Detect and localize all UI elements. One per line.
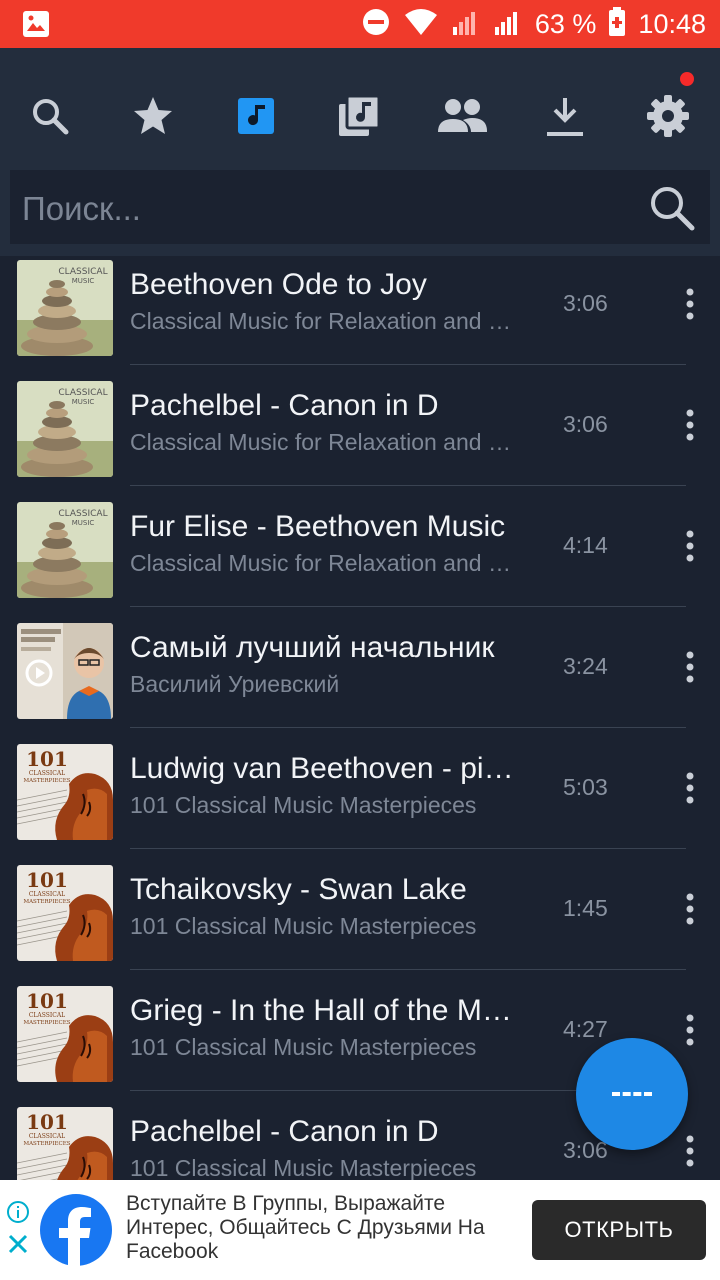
album-cover: 101 CLASSICAL MASTERPIECES <box>17 744 113 840</box>
track-duration: 3:24 <box>563 653 608 679</box>
svg-text:CLASSICAL: CLASSICAL <box>58 509 107 519</box>
album-cover: 101 CLASSICAL MASTERPIECES <box>17 865 113 961</box>
svg-text:MUSIC: MUSIC <box>72 277 95 285</box>
track-duration: 5:03 <box>563 774 608 800</box>
track-title: Самый лучший начальник <box>130 631 495 664</box>
ad-open-button[interactable]: ОТКРЫТЬ <box>532 1200 706 1260</box>
ad-close-icon[interactable] <box>6 1232 30 1256</box>
star-icon[interactable] <box>123 86 183 146</box>
more-options-icon[interactable] <box>676 768 704 808</box>
track-artist: Classical Music for Relaxation and Study… <box>130 429 520 455</box>
track-title: Ludwig van Beethoven - piano <box>130 752 525 785</box>
track-row[interactable]: CLASSICAL MUSIC Beethoven Ode to Joy Classi… <box>0 256 720 365</box>
search-bar: Поиск... <box>0 166 720 256</box>
ad-info-icon[interactable] <box>6 1200 30 1224</box>
album-cover: CLASSICAL MUSIC <box>17 502 113 598</box>
search-icon[interactable] <box>20 86 80 146</box>
track-artist: 101 Classical Music Masterpieces <box>130 1155 477 1180</box>
album-cover: CLASSICAL MUSIC <box>17 260 113 356</box>
svg-text:CLASSICAL: CLASSICAL <box>29 770 65 777</box>
search-placeholder: Поиск... <box>22 190 141 227</box>
track-duration: 4:27 <box>563 1016 608 1042</box>
download-icon[interactable] <box>535 86 595 146</box>
svg-text:MASTERPIECES: MASTERPIECES <box>23 1141 70 1147</box>
people-icon[interactable] <box>432 86 492 146</box>
track-title: Pachelbel - Canon in D <box>130 389 439 422</box>
notification-dot <box>680 72 694 86</box>
more-options-icon[interactable] <box>676 1131 704 1171</box>
album-cover <box>17 623 113 719</box>
floating-action-button[interactable] <box>576 1038 688 1150</box>
image-notification-icon <box>22 10 50 38</box>
track-artist: 101 Classical Music Masterpieces <box>130 792 477 818</box>
more-options-icon[interactable] <box>676 647 704 687</box>
svg-text:101: 101 <box>26 868 68 892</box>
track-title: Fur Elise - Beethoven Music <box>130 510 506 543</box>
album-cover: 101 CLASSICAL MASTERPIECES <box>17 986 113 1082</box>
dashes-icon <box>612 1092 652 1100</box>
status-bar: 63 % 10:48 <box>0 0 720 48</box>
album-cover: CLASSICAL MUSIC <box>17 381 113 477</box>
track-duration: 4:14 <box>563 532 608 558</box>
track-duration: 3:06 <box>563 411 608 437</box>
track-title: Beethoven Ode to Joy <box>130 268 427 301</box>
search-submit-icon[interactable] <box>648 184 696 232</box>
track-title: Pachelbel - Canon in D <box>130 1115 439 1148</box>
track-duration: 1:45 <box>563 895 608 921</box>
more-options-icon[interactable] <box>676 284 704 324</box>
svg-text:MUSIC: MUSIC <box>72 398 95 406</box>
track-row[interactable]: Самый лучший начальник Василий Уриевский 3… <box>0 607 720 728</box>
battery-percent: 63 % <box>534 8 597 39</box>
more-options-icon[interactable] <box>676 889 704 929</box>
svg-text:CLASSICAL: CLASSICAL <box>29 1012 65 1019</box>
search-input[interactable]: Поиск... <box>10 170 710 244</box>
svg-text:MUSIC: MUSIC <box>72 519 95 527</box>
battery-charging-icon <box>608 6 626 42</box>
svg-text:CLASSICAL: CLASSICAL <box>29 891 65 898</box>
svg-text:CLASSICAL: CLASSICAL <box>29 1133 65 1140</box>
track-row[interactable]: CLASSICAL MUSIC Pachelbel - Canon in D Clas… <box>0 365 720 486</box>
playlist-icon[interactable] <box>329 86 389 146</box>
track-artist: Classical Music for Relaxation and Study… <box>130 550 520 576</box>
track-artist: 101 Classical Music Masterpieces <box>130 1034 477 1060</box>
signal-weak-icon <box>451 7 481 42</box>
music-note-icon[interactable] <box>226 86 286 146</box>
svg-text:101: 101 <box>26 989 68 1013</box>
svg-text:CLASSICAL: CLASSICAL <box>58 388 107 398</box>
track-artist: 101 Classical Music Masterpieces <box>130 913 477 939</box>
do-not-disturb-icon <box>361 7 391 42</box>
svg-text:CLASSICAL: CLASSICAL <box>58 267 107 277</box>
clock: 10:48 <box>638 8 706 39</box>
svg-text:MASTERPIECES: MASTERPIECES <box>23 899 70 905</box>
track-row[interactable]: CLASSICAL MUSIC Fur Elise - Beethoven Musi… <box>0 486 720 607</box>
track-duration: 3:06 <box>563 290 608 316</box>
svg-text:MASTERPIECES: MASTERPIECES <box>23 1020 70 1026</box>
wifi-icon <box>403 7 439 42</box>
signal-icon <box>493 7 523 42</box>
settings-icon[interactable] <box>638 86 698 146</box>
more-options-icon[interactable] <box>676 405 704 445</box>
facebook-logo-icon <box>40 1194 112 1266</box>
more-options-icon[interactable] <box>676 1010 704 1050</box>
more-options-icon[interactable] <box>676 526 704 566</box>
top-toolbar <box>0 48 720 166</box>
track-title: Tchaikovsky - Swan Lake <box>130 873 467 906</box>
ad-banner[interactable]: Вступайте В Группы, Выражайте Интерес, О… <box>0 1180 720 1280</box>
track-artist: Classical Music for Relaxation and Study… <box>130 308 520 334</box>
album-cover: 101 CLASSICAL MASTERPIECES <box>17 1107 113 1180</box>
track-artist: Василий Уриевский <box>130 671 340 697</box>
svg-text:MASTERPIECES: MASTERPIECES <box>23 778 70 784</box>
track-title: Grieg - In the Hall of the Mountain King <box>130 994 525 1027</box>
track-row[interactable]: 101 CLASSICAL MASTERPIECES Ludwig van Beeth… <box>0 728 720 849</box>
track-row[interactable]: 101 CLASSICAL MASTERPIECES Tchaikovsky - Sw… <box>0 849 720 970</box>
svg-text:101: 101 <box>26 747 68 771</box>
svg-text:101: 101 <box>26 1110 68 1134</box>
ad-text: Вступайте В Группы, Выражайте Интерес, О… <box>126 1192 485 1263</box>
